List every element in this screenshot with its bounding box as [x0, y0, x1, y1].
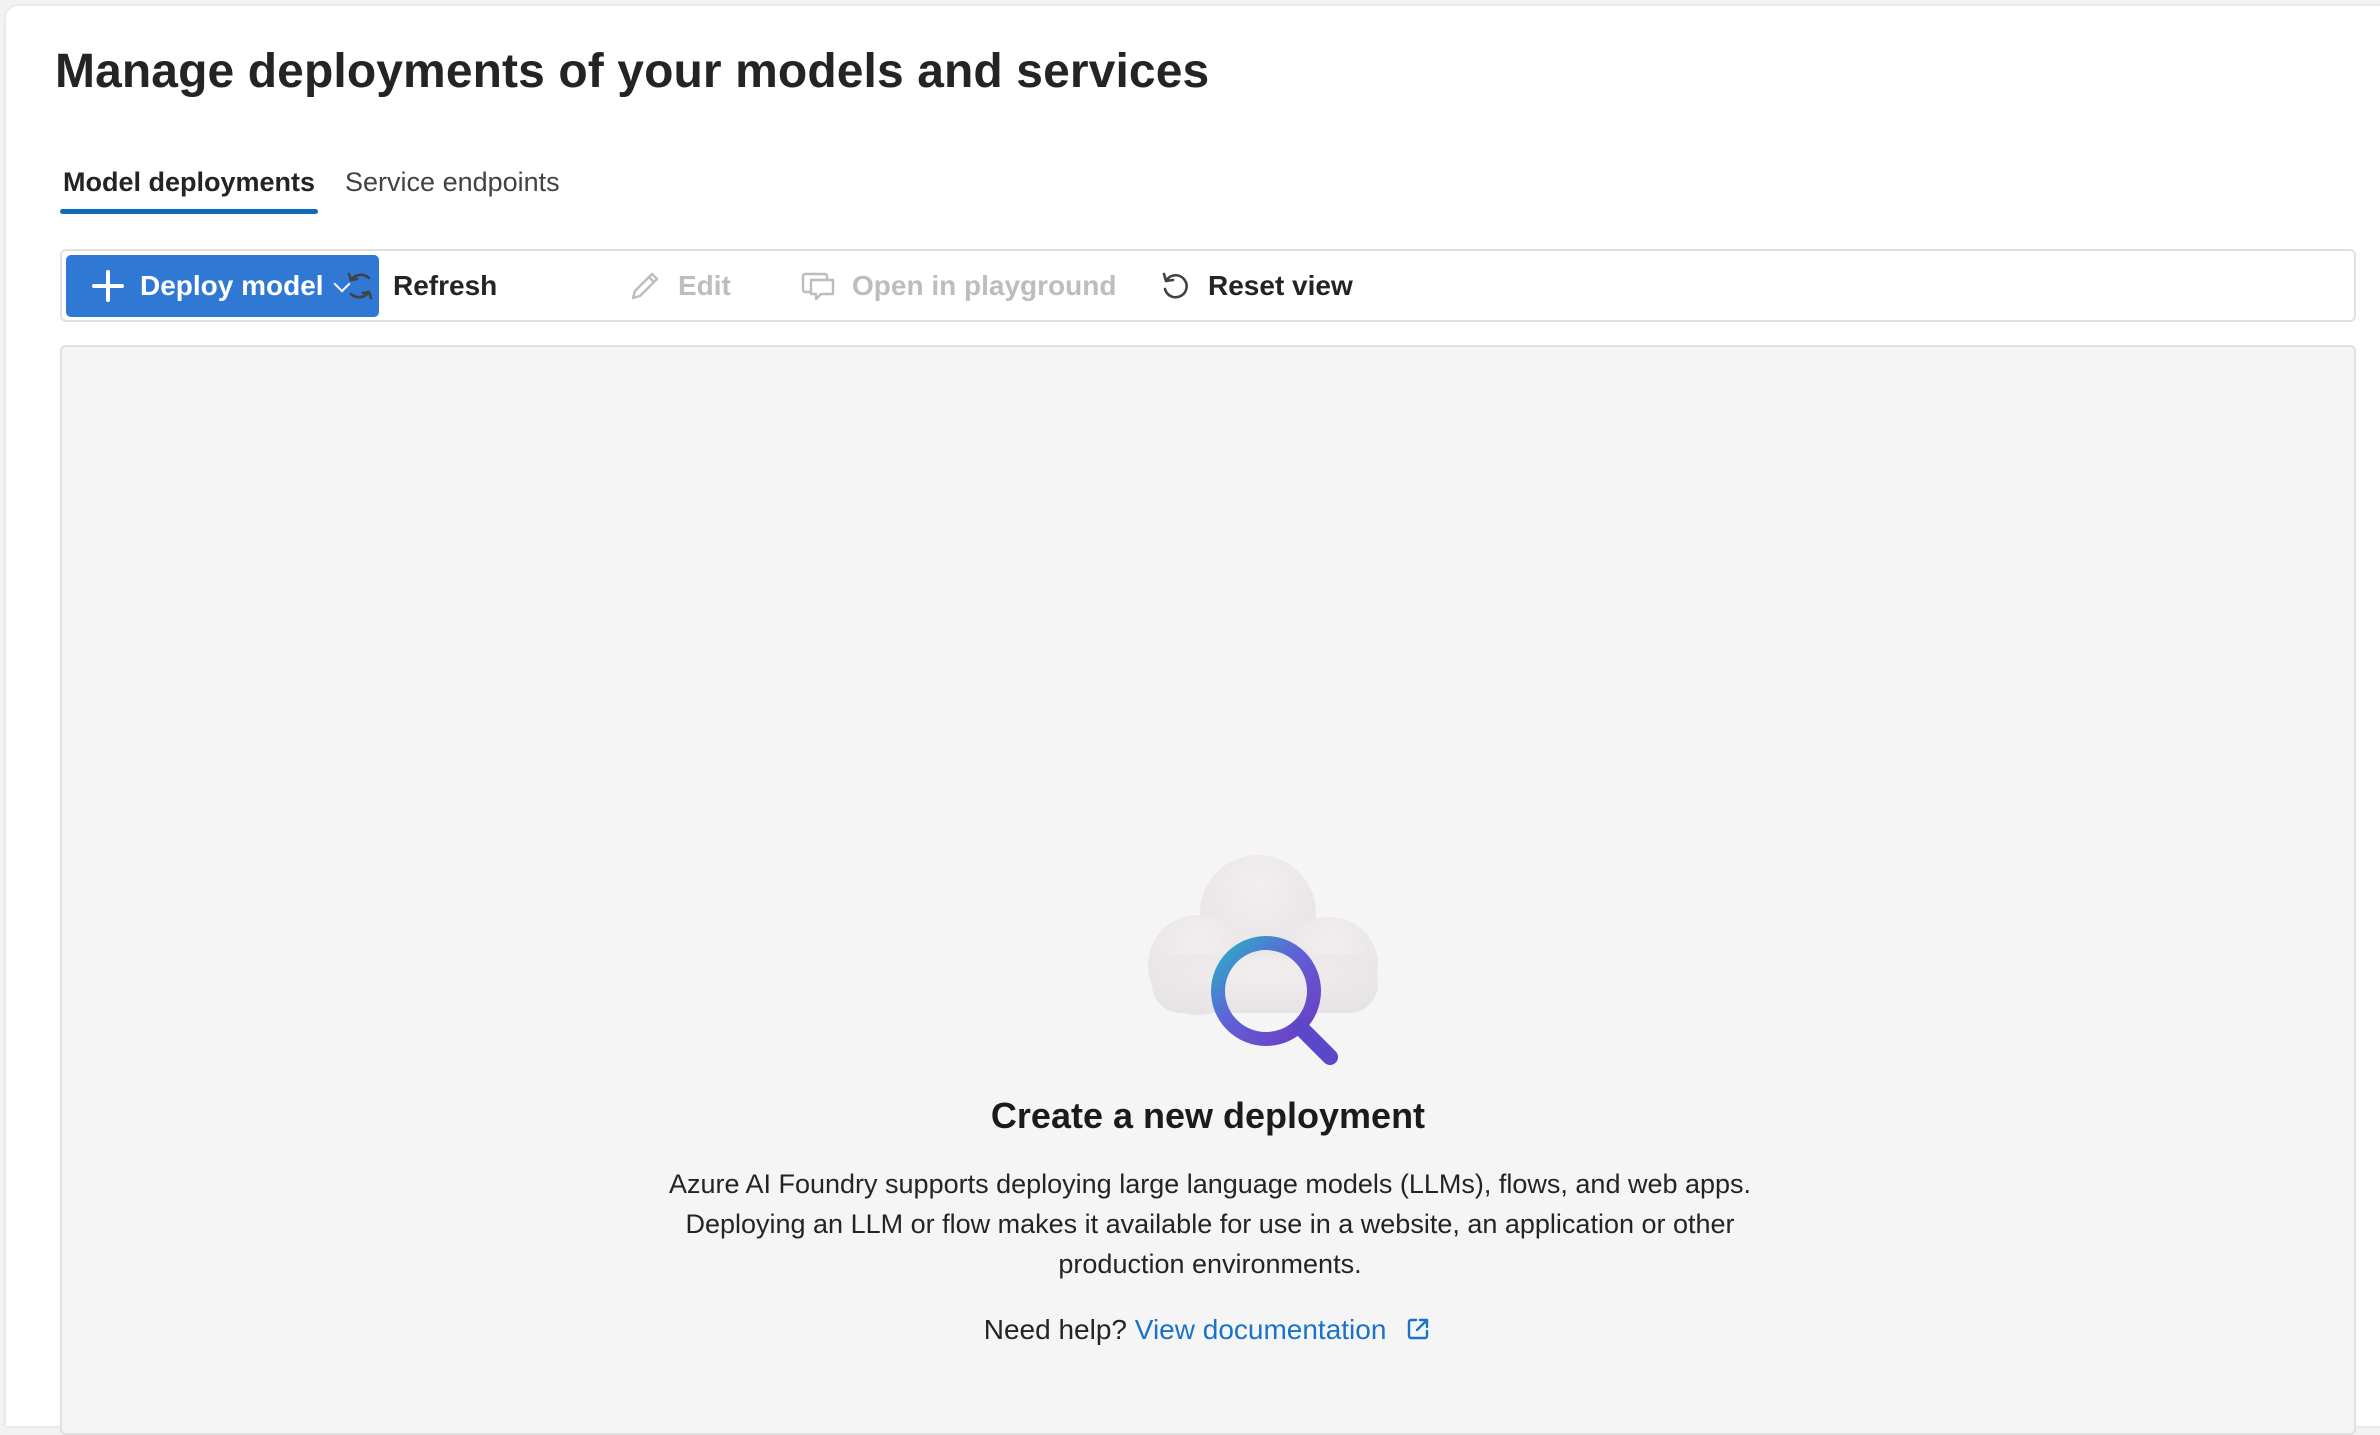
reset-view-label: Reset view	[1208, 270, 1353, 301]
command-bar: Deploy model Refresh Edit Open in playgr…	[60, 249, 2356, 322]
tab-model-deployments[interactable]: Model deployments	[58, 162, 320, 218]
tab-list: Model deployments Service endpoints	[58, 162, 585, 218]
refresh-icon	[347, 272, 373, 300]
empty-state-title: Create a new deployment	[990, 1095, 1426, 1136]
open-in-playground-label: Open in playground	[852, 270, 1117, 301]
chat-window-icon	[801, 272, 835, 301]
cloud-search-icon	[1148, 855, 1378, 1065]
reset-icon	[1162, 272, 1188, 299]
edit-button[interactable]: Edit	[628, 255, 731, 317]
view-documentation-label: View documentation	[1134, 1314, 1387, 1345]
deploy-model-button[interactable]: Deploy model	[66, 255, 379, 317]
refresh-button[interactable]: Refresh	[343, 255, 497, 317]
pencil-icon	[631, 272, 659, 300]
page-title: Manage deployments of your models and se…	[55, 45, 1210, 98]
open-in-playground-button[interactable]: Open in playground	[800, 255, 1116, 317]
deployments-page: Manage deployments of your models and se…	[6, 6, 2380, 1435]
plus-icon	[92, 270, 124, 302]
tab-service-endpoints[interactable]: Service endpoints	[340, 162, 565, 218]
empty-state-panel: Create a new deployment Azure AI Foundry…	[60, 345, 2356, 1435]
view-documentation-link[interactable]: View documentation	[1135, 1314, 1432, 1345]
empty-state-description: Azure AI Foundry supports deploying larg…	[668, 1169, 1752, 1279]
reset-view-button[interactable]: Reset view	[1158, 255, 1353, 317]
external-link-icon	[1408, 1318, 1429, 1340]
deploy-model-label: Deploy model	[140, 270, 324, 301]
refresh-label: Refresh	[393, 270, 498, 301]
help-line: Need help? View documentation	[62, 1314, 2354, 1346]
edit-label: Edit	[678, 270, 731, 301]
help-prefix: Need help?	[983, 1314, 1127, 1345]
